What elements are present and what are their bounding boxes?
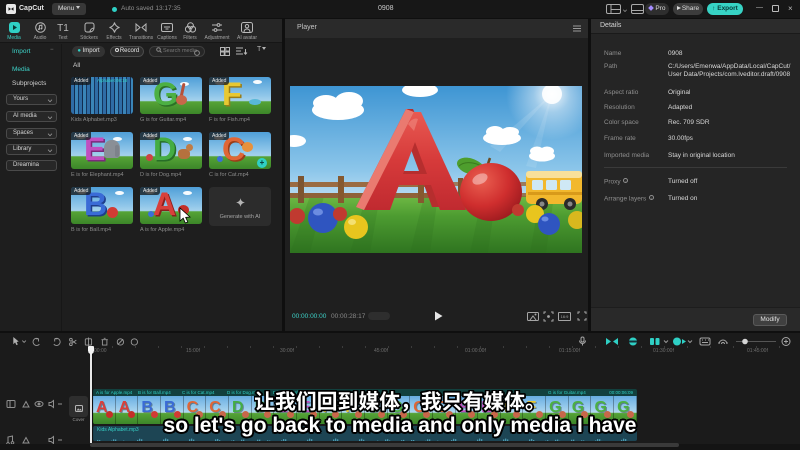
svg-text:T1: T1 — [57, 23, 69, 33]
